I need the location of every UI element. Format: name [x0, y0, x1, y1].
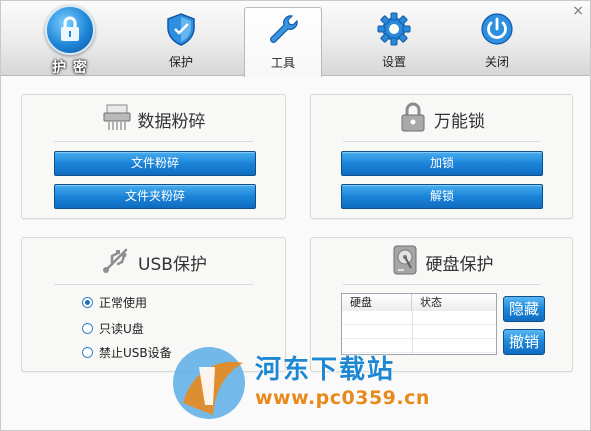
usb-panel-title: USB保护	[138, 254, 207, 275]
close-icon[interactable]: ×	[572, 3, 584, 19]
divider	[343, 284, 540, 285]
shredder-icon	[102, 102, 132, 136]
shred-file-button[interactable]: 文件粉碎	[54, 151, 256, 176]
usb-option-readonly[interactable]: 只读U盘	[82, 320, 144, 337]
watermark-title: 河东下载站	[255, 355, 396, 385]
tab-settings[interactable]: 设置	[356, 7, 432, 73]
lock-panel: 万能锁 加锁 解锁	[310, 94, 573, 219]
watermark-logo-icon	[173, 347, 245, 419]
usb-option-disable[interactable]: 禁止USB设备	[82, 344, 172, 361]
unlock-button[interactable]: 解锁	[341, 184, 543, 209]
radio-button[interactable]	[82, 347, 93, 358]
divider	[54, 141, 253, 142]
lock-shield-logo-icon	[45, 5, 95, 55]
column-header-disk[interactable]: 硬盘	[342, 294, 412, 311]
undo-button[interactable]: 撤销	[503, 329, 545, 355]
disk-panel-header: 硬盘保护	[311, 244, 572, 280]
tab-protect[interactable]: 保护	[143, 7, 219, 73]
shred-folder-button[interactable]: 文件夹粉碎	[54, 184, 256, 209]
tab-tools[interactable]: 工具	[244, 7, 322, 77]
disk-table-header: 硬盘 状态	[342, 294, 496, 312]
lock-button[interactable]: 加锁	[341, 151, 543, 176]
divider	[343, 141, 540, 142]
tab-close-label: 关闭	[484, 55, 509, 69]
shred-panel-header: 数据粉碎	[22, 101, 285, 137]
radio-button[interactable]	[82, 297, 93, 308]
tab-tools-label: 工具	[270, 56, 295, 70]
shred-panel: 数据粉碎 文件粉碎 文件夹粉碎	[21, 94, 286, 219]
lock-panel-title: 万能锁	[434, 111, 485, 132]
app-window: 护 密 保护 工具 设置 关闭 × 数据粉碎 文件粉碎 文件夹粉碎 万能锁 加锁…	[0, 0, 591, 431]
app-logo: 护 密	[43, 5, 97, 76]
wrench-icon	[265, 12, 301, 48]
usb-panel-header: USB保护	[22, 244, 285, 280]
usb-icon	[100, 244, 132, 280]
app-logo-label: 护 密	[52, 60, 88, 76]
usb-option-label: 只读U盘	[99, 322, 144, 336]
column-header-status[interactable]: 状态	[412, 294, 496, 311]
lock-panel-header: 万能锁	[311, 101, 572, 137]
divider	[54, 284, 253, 285]
disk-panel-title: 硬盘保护	[425, 254, 494, 275]
padlock-icon	[398, 101, 428, 137]
header-bar: 护 密 保护 工具 设置 关闭 ×	[1, 1, 590, 77]
tab-close[interactable]: 关闭	[459, 7, 535, 73]
shield-icon	[163, 11, 199, 47]
hide-button[interactable]: 隐藏	[503, 296, 545, 322]
gear-icon	[376, 11, 412, 47]
watermark: 河东下载站 www.pc0359.cn	[169, 343, 429, 423]
usb-option-label: 正常使用	[99, 296, 148, 310]
tab-protect-label: 保护	[168, 55, 193, 69]
watermark-url: www.pc0359.cn	[255, 387, 430, 409]
tab-settings-label: 设置	[381, 55, 406, 69]
usb-option-label: 禁止USB设备	[99, 346, 172, 360]
radio-button[interactable]	[82, 323, 93, 334]
power-icon	[479, 11, 515, 47]
usb-option-normal[interactable]: 正常使用	[82, 294, 147, 311]
shred-panel-title: 数据粉碎	[137, 111, 206, 132]
harddisk-icon	[390, 244, 420, 280]
